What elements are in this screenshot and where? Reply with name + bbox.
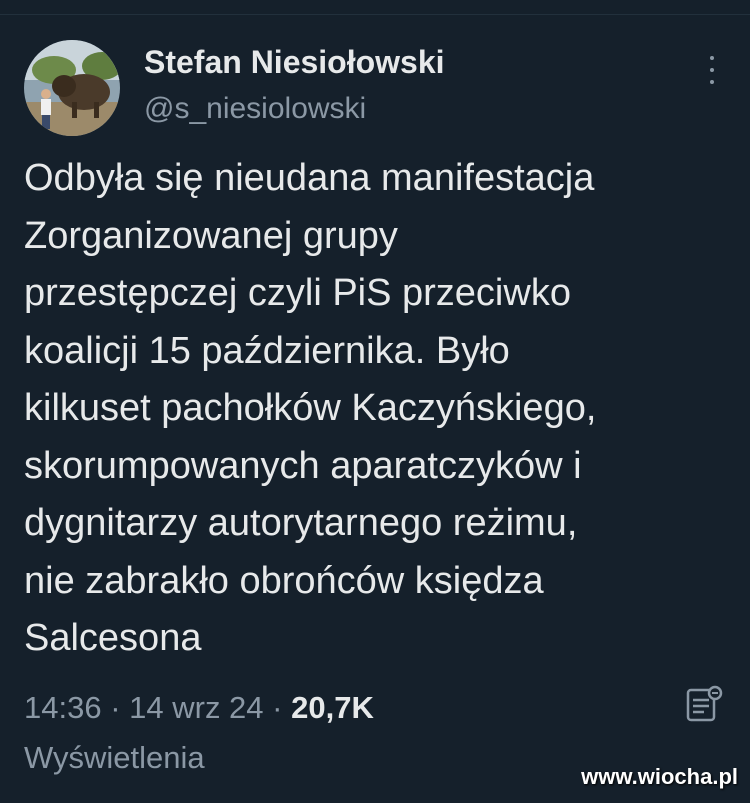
- site-watermark: www.wiocha.pl: [581, 764, 738, 789]
- tweet-date[interactable]: 14 wrz 24: [129, 690, 263, 725]
- avatar-photo: [24, 40, 120, 136]
- author-handle[interactable]: @s_niesiolowski: [144, 92, 366, 126]
- more-vertical-icon[interactable]: [700, 56, 724, 84]
- tweet-line: nie zabrakło obrońców księdza: [24, 559, 544, 602]
- more-dot: [710, 68, 714, 72]
- tweet-line: Salcesona: [24, 617, 202, 659]
- tweet-meta: 14:36 · 14 wrz 24 · 20,7K: [24, 690, 374, 726]
- meta-separator: ·: [101, 690, 130, 725]
- tweet-line: przestępczej czyli PiS przeciwko: [24, 272, 571, 314]
- author-name[interactable]: Stefan Niesiołowski: [144, 44, 445, 81]
- tweet-line: kilkuset pachołków Kaczyńskiego,: [24, 387, 597, 429]
- tweet-time[interactable]: 14:36: [24, 690, 102, 725]
- notes-glyph: [686, 685, 723, 722]
- tweet-line: dygnitarzy autorytarnego reżimu,: [24, 502, 578, 544]
- more-dot: [710, 56, 714, 60]
- views-label[interactable]: Wyświetlenia: [24, 740, 205, 776]
- tweet-text: Odbyła się nieudana manifestacja Zorgani…: [24, 150, 734, 668]
- tweet-line: koalicji 15 października. Było: [24, 329, 510, 372]
- more-dot: [710, 80, 714, 84]
- tweet-line: Zorganizowanej grupy: [24, 214, 398, 257]
- community-notes-icon[interactable]: [684, 684, 724, 724]
- tweet-line: Odbyła się nieudana manifestacja: [24, 157, 595, 199]
- top-divider: [0, 0, 750, 15]
- views-count[interactable]: 20,7K: [291, 690, 374, 725]
- author-avatar[interactable]: [24, 40, 120, 136]
- meta-separator: ·: [263, 690, 292, 725]
- tweet-line: skorumpowanych aparatczyków i: [24, 444, 582, 487]
